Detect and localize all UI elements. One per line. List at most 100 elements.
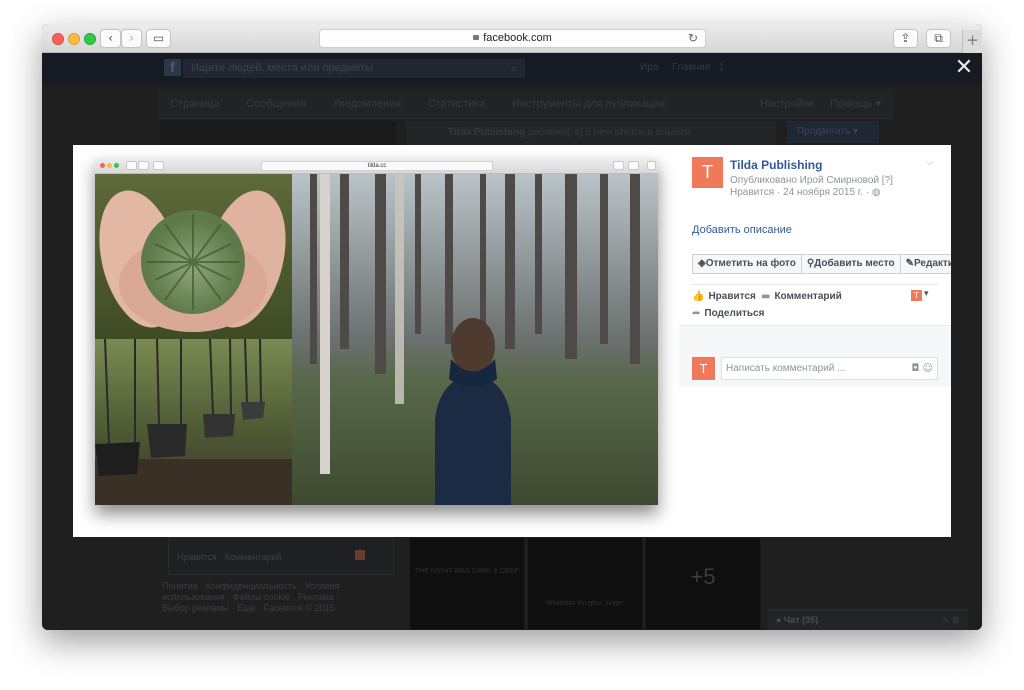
- background-post-author[interactable]: Tilda Publishing: [448, 127, 525, 138]
- more-photos-count: +5: [690, 564, 716, 589]
- share-button[interactable]: ⇪: [893, 29, 918, 48]
- tabs-icon: ⧉: [934, 31, 943, 45]
- facebook-search-input[interactable]: Ищите людей, места или предметы ⌕: [183, 59, 525, 78]
- commenter-avatar: T: [692, 357, 715, 380]
- search-placeholder: Ищите людей, места или предметы: [191, 62, 374, 74]
- background-avatar: [355, 550, 365, 560]
- chevron-down-icon[interactable]: ⌵: [926, 157, 940, 169]
- new-tab-button[interactable]: +: [962, 30, 982, 53]
- page-name-link[interactable]: Tilda Publishing: [730, 158, 822, 172]
- thumb1-caption: THE NIGHT WAS DARK & DEEP: [414, 568, 520, 575]
- promote-button[interactable]: Продвигать ▾: [787, 121, 879, 143]
- mini-yellow-dot: [107, 163, 112, 168]
- background-post-text: добавил(-а) 6 new photos в альбом: [527, 127, 691, 138]
- photo-screenshot: tilda.cc: [95, 158, 658, 505]
- background-photo-2: Wladislav Kruglov, singer: [527, 537, 643, 630]
- page-nav: Страница Сообщения Уведомления Статистик…: [158, 89, 893, 119]
- lock-icon: [473, 35, 480, 40]
- nav-item-page[interactable]: Страница: [170, 89, 220, 119]
- page-avatar[interactable]: T: [692, 157, 723, 188]
- mini-back-button: [126, 161, 137, 170]
- chat-bar[interactable]: ● Чат (35) ✎ ⚙: [768, 609, 968, 630]
- reload-icon[interactable]: ↻: [688, 30, 698, 47]
- header-user[interactable]: Ира Главная 1: [640, 62, 724, 73]
- comment-button[interactable]: ▬ Комментарий: [761, 291, 842, 302]
- background-page-lower: Нравится · Комментарий Понятия · Конфиде…: [42, 537, 982, 630]
- mini-browser-toolbar: tilda.cc: [95, 158, 658, 174]
- share-arrow-icon: ➦: [692, 308, 701, 319]
- edit-button[interactable]: ✎Редактировать: [901, 255, 951, 273]
- comment-placeholder: Написать комментарий ...: [726, 363, 846, 374]
- sidebar-toggle-button[interactable]: ▭: [146, 29, 171, 48]
- camera-icon[interactable]: ◘: [911, 363, 919, 374]
- comment-section: T Написать комментарий ... ◘ ☺: [679, 325, 951, 387]
- mini-red-dot: [100, 163, 105, 168]
- forward-button[interactable]: ›: [121, 29, 142, 48]
- address-bar[interactable]: facebook.com ↻: [319, 29, 706, 48]
- back-button[interactable]: ‹: [100, 29, 121, 48]
- mini-share-button: [613, 161, 624, 170]
- share-icon: ⇪: [900, 31, 911, 45]
- zoom-window-button[interactable]: [84, 33, 96, 45]
- mini-green-dot: [114, 163, 119, 168]
- post-meta: Нравится · 24 ноября 2015 г. · ◍: [730, 187, 881, 198]
- photo-viewer: tilda.cc T Tilda Publishing Опубликовано…: [73, 145, 951, 537]
- cover-photo: [160, 121, 396, 147]
- minimize-window-button[interactable]: [68, 33, 80, 45]
- address-text: facebook.com: [483, 32, 552, 44]
- facebook-page: f Ищите людей, места или предметы ⌕ Ира …: [42, 53, 982, 630]
- facebook-logo[interactable]: f: [164, 59, 181, 76]
- background-like-comment: Нравится · Комментарий: [168, 537, 394, 575]
- home-count: 1: [718, 62, 725, 73]
- actor-dropdown-icon[interactable]: ▾: [924, 289, 929, 299]
- emoji-icon[interactable]: ☺: [923, 363, 933, 374]
- like-button[interactable]: 👍 Нравится: [692, 291, 756, 302]
- actor-avatar[interactable]: T: [911, 290, 922, 301]
- add-location-label: Добавить место: [814, 258, 895, 269]
- photo-stage[interactable]: tilda.cc: [73, 145, 679, 537]
- comment-icon: ▬: [761, 291, 771, 302]
- share-post-button[interactable]: ➦ Поделиться: [692, 308, 764, 319]
- comment-input[interactable]: Написать комментарий ... ◘ ☺: [721, 357, 938, 380]
- tag-icon: ◈: [698, 258, 706, 269]
- nav-item-messages[interactable]: Сообщения: [246, 89, 306, 119]
- mini-newtab-button: [647, 161, 656, 170]
- footer-links: Понятия · Конфиденциальность · Условия и…: [162, 581, 340, 613]
- nav-item-publishing-tools[interactable]: Инструменты для публикации: [512, 89, 665, 119]
- nav-item-notifications[interactable]: Уведомления: [332, 89, 401, 119]
- pencil-icon: ✎: [905, 258, 915, 269]
- close-icon[interactable]: ✕: [952, 56, 976, 80]
- chat-label: ● Чат (35): [776, 615, 819, 625]
- thumb2-caption: Wladislav Kruglov, singer: [545, 600, 625, 607]
- tag-photo-button[interactable]: ◈Отметить на фото: [693, 255, 802, 273]
- photo-actions: ◈Отметить на фото⚲Добавить место✎Редакти…: [692, 254, 951, 274]
- chevron-left-icon: ‹: [108, 31, 113, 45]
- comment-label: Комментарий: [774, 291, 842, 302]
- nav-item-settings[interactable]: Настройки: [760, 89, 814, 119]
- tabs-overview-button[interactable]: ⧉: [926, 29, 951, 48]
- published-by: Опубликовано Ирой Смирновой [?]: [730, 175, 893, 186]
- nav-item-help[interactable]: Помощь ▾: [830, 89, 881, 119]
- sidebar-icon: ▭: [152, 31, 165, 45]
- background-photo-3: +5: [645, 537, 761, 630]
- like-label: Нравится: [708, 291, 756, 302]
- post-side-panel: T Tilda Publishing Опубликовано Ирой Сми…: [679, 145, 951, 537]
- chat-settings-icon[interactable]: ✎ ⚙: [942, 610, 960, 630]
- add-location-button[interactable]: ⚲Добавить место: [802, 255, 901, 273]
- background-post-header: Tilda Publishing добавил(-а) 6 new photo…: [406, 121, 776, 145]
- mini-address-bar: tilda.cc: [261, 161, 493, 171]
- home-link[interactable]: Главная: [672, 62, 710, 73]
- nav-item-statistics[interactable]: Статистика: [428, 89, 486, 119]
- globe-icon: ◍: [871, 187, 881, 198]
- browser-window: ‹ › ▭ facebook.com ↻ ⇪ ⧉ + f Ищите людей…: [42, 24, 982, 630]
- browser-toolbar: ‹ › ▭ facebook.com ↻ ⇪ ⧉ +: [42, 24, 982, 53]
- add-description-link[interactable]: Добавить описание: [692, 224, 792, 236]
- post-meta-text: Нравится · 24 ноября 2015 г. ·: [730, 187, 872, 198]
- close-window-button[interactable]: [52, 33, 64, 45]
- plus-icon: +: [966, 31, 979, 49]
- share-label: Поделиться: [704, 308, 765, 319]
- search-icon: ⌕: [510, 62, 517, 75]
- collage-art: [95, 174, 658, 505]
- edit-label: Редактировать: [914, 258, 951, 269]
- facebook-header: f Ищите людей, места или предметы ⌕ Ира …: [42, 53, 982, 85]
